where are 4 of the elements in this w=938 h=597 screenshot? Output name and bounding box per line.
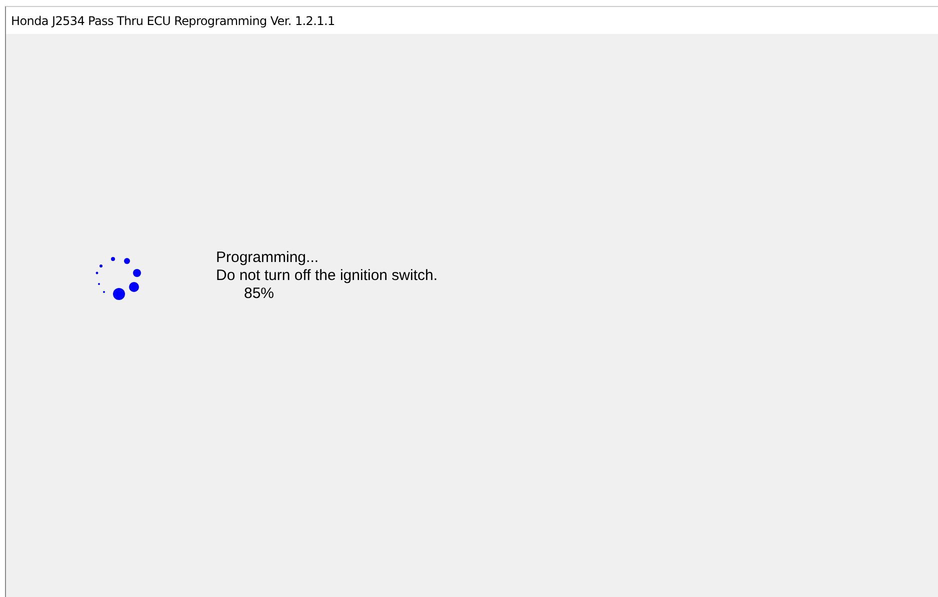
progress-percent: 85% [243,285,274,303]
window-title: Honda J2534 Pass Thru ECU Reprogramming Ver. 1.2.1.1 [11,14,335,28]
warning-message: Do not turn off the ignition switch. [216,267,438,285]
status-heading: Programming... [216,249,320,267]
